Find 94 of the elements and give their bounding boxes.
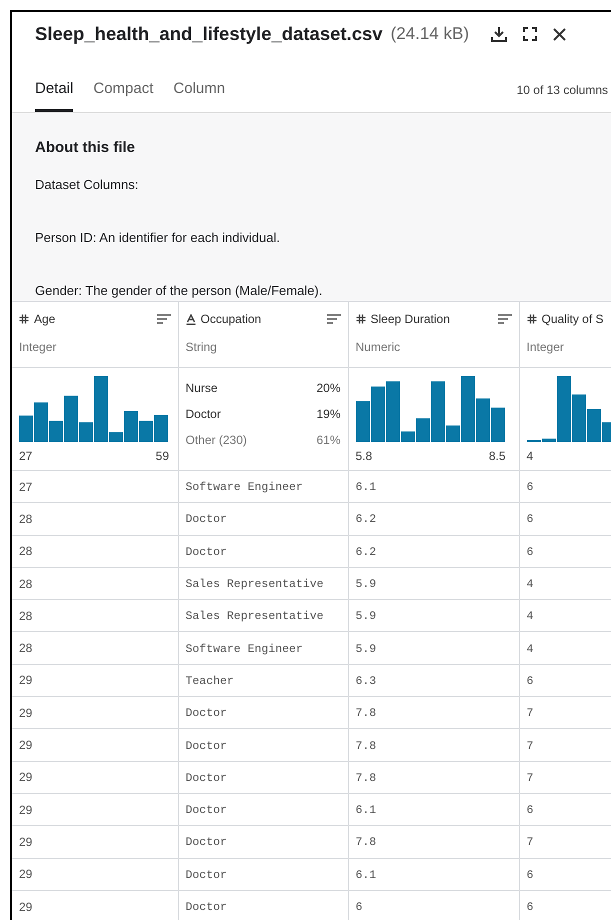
table-cell: 7: [526, 707, 534, 720]
column-name: Occupation: [200, 312, 262, 326]
column-name: Sleep Duration: [370, 312, 450, 326]
download-icon[interactable]: [491, 26, 507, 42]
section-title: About this file: [35, 139, 136, 156]
table-cell: 29: [19, 673, 32, 688]
table-cell: 4: [526, 610, 534, 624]
column-type: String: [186, 340, 218, 354]
table-cell: 6.2: [356, 513, 376, 526]
min-value: 27: [19, 449, 32, 463]
table-cell: Doctor: [186, 836, 227, 850]
table-cell: Doctor: [186, 804, 227, 818]
table-cell: 7.8: [356, 740, 376, 753]
table-cell: 6.1: [356, 481, 376, 494]
table-cell: Doctor: [186, 901, 227, 914]
table-cell: 5.9: [356, 642, 376, 656]
fullscreen-icon[interactable]: [523, 27, 537, 41]
table-cell: 7: [526, 772, 534, 785]
table-cell: 29: [19, 834, 32, 849]
table-cell: 29: [19, 867, 32, 882]
table-cell: 6: [526, 513, 534, 526]
description-text: Dataset Columns:: [35, 176, 140, 193]
table-cell: Doctor: [186, 740, 227, 753]
sort-icon[interactable]: [156, 314, 170, 324]
table-cell: 4: [526, 578, 534, 592]
table-cell: 6.1: [356, 868, 376, 882]
column-count: 10 of 13 columns: [516, 83, 608, 99]
table-cell: 27: [19, 480, 32, 494]
table-cell: Doctor: [186, 513, 227, 526]
column-type: Integer: [19, 340, 58, 354]
table-cell: 6: [526, 481, 534, 494]
table-cell: 6.2: [356, 546, 376, 559]
max-value: 8.5: [488, 449, 506, 463]
table-cell: 5.9: [356, 578, 376, 592]
category-percent: 19%: [316, 407, 340, 421]
table-cell: 7.8: [356, 772, 376, 785]
table-cell: 6: [526, 868, 534, 882]
table-cell: 29: [19, 706, 32, 720]
table-cell: Teacher: [186, 674, 234, 688]
table-cell: 7: [526, 740, 534, 753]
table-cell: Doctor: [186, 707, 227, 720]
table-cell: 7.8: [356, 836, 376, 850]
number-type-icon: [356, 314, 366, 324]
table-cell: 6: [356, 901, 362, 914]
tab[interactable]: Column: [173, 80, 226, 112]
table-cell: Software Engineer: [186, 481, 303, 494]
table-cell: 28: [19, 544, 32, 558]
table-cell: 6.3: [356, 674, 376, 688]
table-cell: 29: [19, 900, 32, 914]
table-cell: Sales Representative: [186, 610, 324, 624]
category-percent: 61%: [316, 433, 340, 447]
description-text: Gender: The gender of the person (Male/Female).: [35, 282, 324, 299]
table-cell: Doctor: [186, 868, 227, 882]
column-name: Quality of S: [542, 312, 604, 326]
column-type: Numeric: [356, 340, 402, 354]
table-cell: 29: [19, 770, 32, 784]
text-type-icon: [186, 314, 196, 324]
table-cell: 6.1: [356, 804, 376, 818]
min-value: 4: [526, 449, 534, 463]
table-cell: Software Engineer: [186, 642, 303, 656]
table-cell: 29: [19, 802, 32, 817]
table-cell: 7: [526, 836, 534, 850]
sort-icon[interactable]: [498, 314, 512, 324]
table-cell: 28: [19, 641, 32, 656]
table-cell: Doctor: [186, 546, 227, 559]
table-cell: 28: [19, 608, 32, 623]
column-name: Age: [34, 312, 56, 326]
tab[interactable]: Compact: [93, 80, 154, 112]
file-name: Sleep_health_and_lifestyle_dataset.csv: [35, 23, 383, 45]
column-type: Integer: [526, 340, 565, 354]
description-text: Person ID: An identifier for each individual.: [35, 229, 281, 246]
category-label: Other (230): [186, 433, 247, 447]
table-cell: 28: [19, 512, 32, 526]
table-cell: 28: [19, 576, 32, 591]
table-cell: 5.9: [356, 610, 376, 624]
table-cell: 4: [526, 642, 534, 656]
table-cell: 6: [526, 804, 534, 818]
table-cell: Doctor: [186, 772, 227, 785]
sort-icon[interactable]: [326, 314, 340, 324]
file-size: (24.14 kB): [390, 24, 469, 44]
category-label: Doctor: [186, 407, 221, 421]
table-cell: 6: [526, 901, 534, 914]
table-cell: Sales Representative: [186, 578, 324, 592]
category-percent: 20%: [316, 381, 340, 395]
min-value: 5.8: [356, 449, 372, 463]
close-icon[interactable]: [553, 28, 566, 40]
table-cell: 6: [526, 674, 534, 688]
table-cell: 6: [526, 546, 534, 559]
category-label: Nurse: [186, 381, 218, 395]
max-value: 59: [156, 449, 169, 463]
table-cell: 7.8: [356, 707, 376, 720]
number-type-icon: [526, 314, 536, 324]
table-cell: 29: [19, 738, 32, 752]
number-type-icon: [19, 314, 29, 324]
